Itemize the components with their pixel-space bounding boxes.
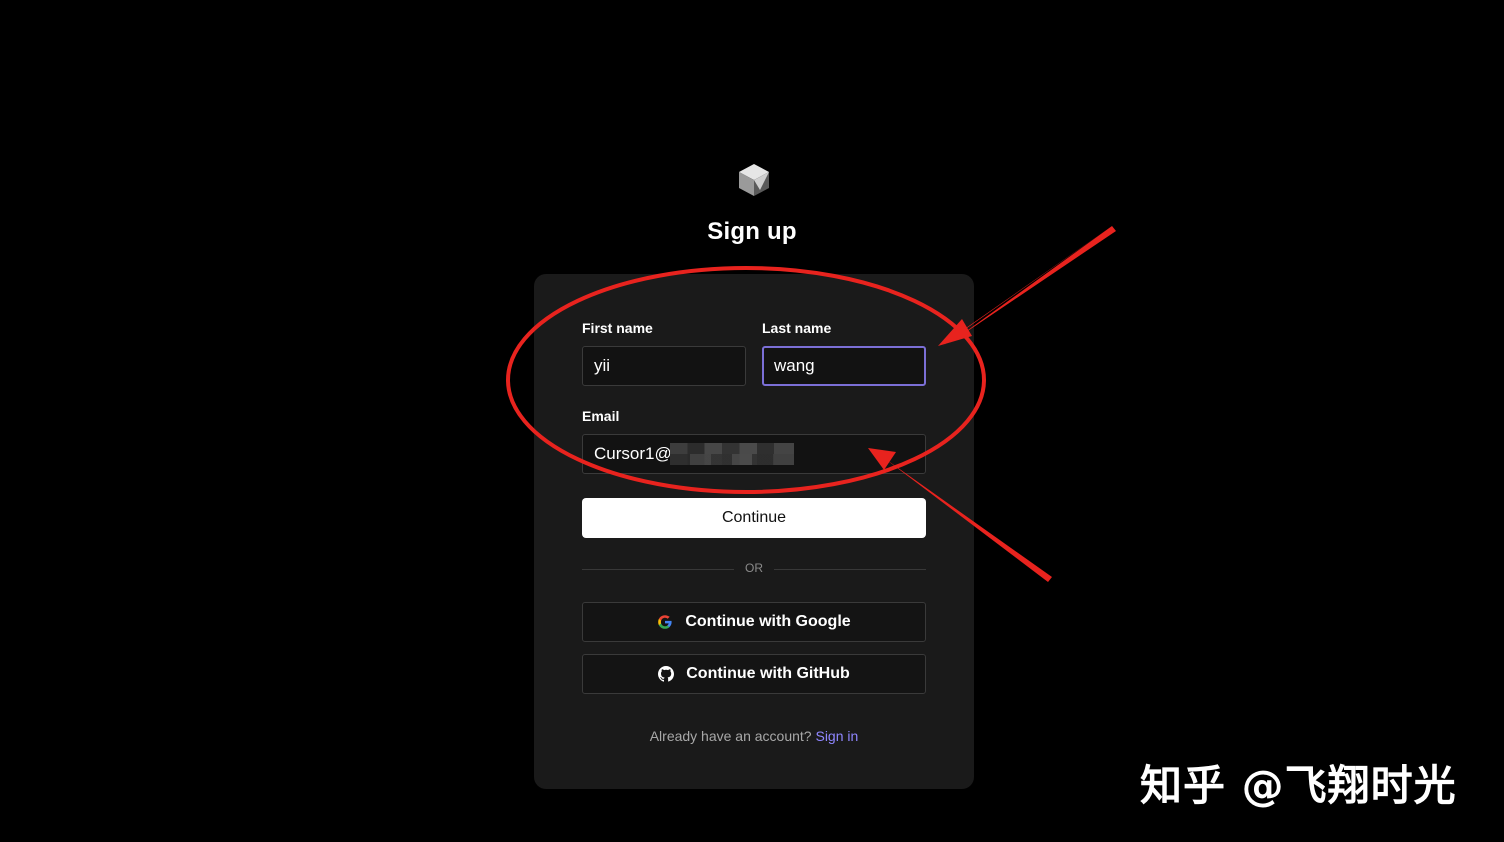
continue-with-github-button[interactable]: Continue with GitHub xyxy=(582,654,926,694)
signup-card: First name Last name Email Continue OR C… xyxy=(534,274,974,789)
continue-with-google-button[interactable]: Continue with Google xyxy=(582,602,926,642)
signin-footer: Already have an account? Sign in xyxy=(534,728,974,744)
last-name-input[interactable] xyxy=(762,346,926,386)
continue-button[interactable]: Continue xyxy=(582,498,926,538)
email-redaction-mosaic xyxy=(670,443,794,465)
divider-line-right xyxy=(774,569,926,570)
github-button-label: Continue with GitHub xyxy=(686,665,850,682)
email-label: Email xyxy=(582,408,620,424)
sign-in-link[interactable]: Sign in xyxy=(815,728,858,744)
or-divider: OR xyxy=(582,561,926,577)
github-icon xyxy=(658,666,675,682)
divider-label: OR xyxy=(745,561,763,575)
zhihu-watermark: 知乎 @飞翔时光 xyxy=(1140,761,1457,810)
first-name-label: First name xyxy=(582,320,653,336)
email-field xyxy=(582,434,926,474)
google-button-label: Continue with Google xyxy=(685,613,851,630)
last-name-label: Last name xyxy=(762,320,832,336)
google-icon xyxy=(658,615,672,629)
page-title: Sign up xyxy=(707,218,797,245)
cursor-logo-icon xyxy=(739,164,769,196)
footer-text: Already have an account? xyxy=(649,728,812,744)
first-name-input[interactable] xyxy=(582,346,746,386)
